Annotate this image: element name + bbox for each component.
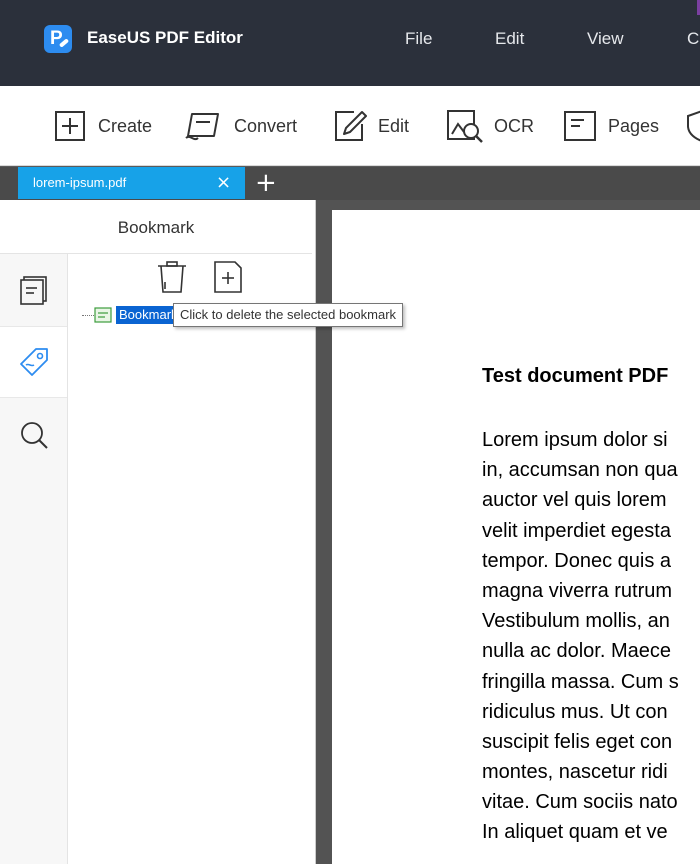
document-title: Test document PDF: [482, 365, 669, 387]
document-viewport[interactable]: Test document PDF Lorem ipsum dolor si i…: [316, 200, 700, 864]
shield-icon: [687, 110, 700, 142]
pages-label: Pages: [608, 115, 660, 136]
add-page-icon: [214, 261, 242, 293]
document-line: ridiculus mus. Ut con: [482, 700, 668, 723]
menu-more[interactable]: C: [687, 29, 699, 49]
document-line: fringilla massa. Cum s: [482, 670, 679, 693]
delete-tooltip: Click to delete the selected bookmark: [173, 303, 404, 327]
convert-icon: [185, 113, 219, 141]
document-line: vitae. Cum sociis nato: [482, 791, 678, 814]
close-tab-icon[interactable]: ×: [216, 172, 231, 193]
document-line: tempor. Donec quis a: [482, 549, 671, 572]
main-toolbar: Create Convert Edit OCR Pages: [0, 86, 700, 166]
delete-bookmark-button[interactable]: [155, 260, 189, 294]
document-line: in, accumsan non qua: [482, 459, 678, 482]
document-tab-bar: lorem-ipsum.pdf × +: [0, 166, 700, 200]
tab-label: lorem-ipsum.pdf: [33, 175, 127, 190]
ocr-button[interactable]: OCR: [446, 108, 534, 144]
convert-label: Convert: [234, 115, 298, 136]
convert-button[interactable]: Convert: [184, 108, 297, 144]
title-bar: P EaseUS PDF Editor File Edit View C: [0, 0, 700, 86]
document-line: velit imperdiet egesta: [482, 519, 671, 542]
app-logo-icon: P: [44, 25, 72, 53]
protect-button[interactable]: [684, 108, 700, 144]
document-line: magna viverra rutrum: [482, 579, 673, 602]
document-line: suscipit felis eget con: [482, 730, 673, 753]
pages-button[interactable]: Pages: [562, 108, 659, 144]
create-button[interactable]: Create: [52, 108, 152, 144]
document-line: In aliquet quam et ve: [482, 821, 668, 844]
menu-file[interactable]: File: [405, 29, 432, 49]
document-body: Lorem ipsum dolor si in, accumsan non qu…: [482, 425, 700, 848]
document-line: auctor vel quis lorem: [482, 489, 667, 512]
edit-label: Edit: [378, 115, 410, 136]
search-tab[interactable]: [0, 399, 67, 471]
document-line: Vestibulum mollis, an: [482, 610, 670, 633]
document-line: Lorem ipsum dolor si: [482, 429, 668, 451]
thumbnails-icon: [19, 276, 47, 305]
panel-header: Bookmark: [0, 200, 312, 254]
add-bookmark-button[interactable]: [211, 260, 245, 294]
edit-icon: [335, 111, 367, 141]
bookmark-item-icon: [94, 307, 112, 323]
create-icon: [55, 111, 85, 141]
create-label: Create: [98, 115, 153, 136]
document-line: montes, nascetur ridi: [482, 761, 668, 784]
tree-connector: [82, 315, 94, 316]
panel-title: Bookmark: [117, 218, 195, 237]
bookmark-panel: Bookmark: [0, 200, 316, 864]
menu-view[interactable]: View: [587, 29, 624, 49]
ocr-label: OCR: [494, 115, 534, 136]
ocr-icon: [447, 110, 483, 143]
search-icon: [20, 422, 48, 449]
app-title: EaseUS PDF Editor: [87, 28, 243, 47]
tab-lorem-ipsum[interactable]: lorem-ipsum.pdf ×: [18, 167, 245, 199]
new-tab-button[interactable]: +: [255, 168, 277, 198]
document-line: nulla ac dolor. Maece: [482, 640, 672, 663]
thumbnails-tab[interactable]: [0, 254, 67, 326]
bookmark-item[interactable]: Bookmark: [116, 306, 174, 324]
bookmark-icon: [19, 348, 48, 376]
edit-button[interactable]: Edit: [332, 108, 409, 144]
menu-edit[interactable]: Edit: [495, 29, 524, 49]
trash-icon: [158, 261, 186, 293]
panel-icon-rail: [0, 254, 68, 864]
pages-icon: [564, 111, 596, 141]
bookmark-tab[interactable]: [0, 326, 67, 398]
